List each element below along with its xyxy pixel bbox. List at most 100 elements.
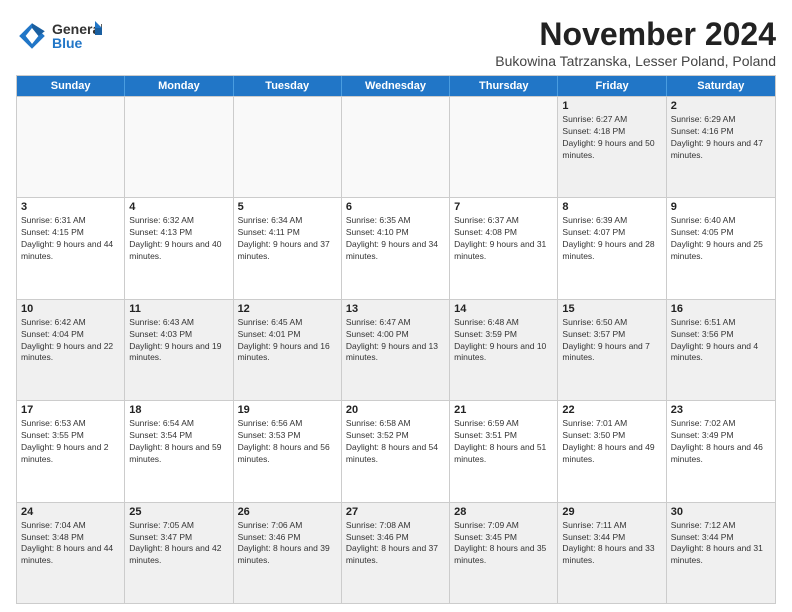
day-info: Sunrise: 6:39 AM Sunset: 4:07 PM Dayligh… xyxy=(562,215,661,263)
day-number: 10 xyxy=(21,303,120,315)
calendar-cell-r2-c5: 15 Sunrise: 6:50 AM Sunset: 3:57 PM Dayli… xyxy=(558,300,666,400)
day-info: Sunrise: 7:02 AM Sunset: 3:49 PM Dayligh… xyxy=(671,418,771,466)
header-saturday: Saturday xyxy=(667,76,775,96)
header-monday: Monday xyxy=(125,76,233,96)
calendar-cell-r1-c2: 5 Sunrise: 6:34 AM Sunset: 4:11 PM Daylig… xyxy=(234,198,342,298)
day-number: 21 xyxy=(454,404,553,416)
day-number: 22 xyxy=(562,404,661,416)
month-title: November 2024 xyxy=(495,16,776,53)
day-number: 24 xyxy=(21,506,120,518)
calendar-cell-r4-c6: 30 Sunrise: 7:12 AM Sunset: 3:44 PM Dayli… xyxy=(667,503,775,603)
day-number: 11 xyxy=(129,303,228,315)
calendar-cell-r0-c6: 2 Sunrise: 6:29 AM Sunset: 4:16 PM Daylig… xyxy=(667,97,775,197)
calendar-cell-r1-c0: 3Sunrise: 6:31 AM Sunset: 4:15 PM Daylig… xyxy=(17,198,125,298)
day-info: Sunrise: 7:11 AM Sunset: 3:44 PM Dayligh… xyxy=(562,520,661,568)
calendar-cell-r0-c5: 1 Sunrise: 6:27 AM Sunset: 4:18 PM Daylig… xyxy=(558,97,666,197)
calendar-row-0: 1 Sunrise: 6:27 AM Sunset: 4:18 PM Daylig… xyxy=(17,96,775,197)
calendar-header: Sunday Monday Tuesday Wednesday Thursday… xyxy=(17,76,775,96)
calendar-cell-r3-c5: 22 Sunrise: 7:01 AM Sunset: 3:50 PM Dayli… xyxy=(558,401,666,501)
header-sunday: Sunday xyxy=(17,76,125,96)
logo-svg: General Blue xyxy=(52,16,102,56)
day-info: Sunrise: 6:32 AM Sunset: 4:13 PM Dayligh… xyxy=(129,215,228,263)
calendar-cell-r0-c1 xyxy=(125,97,233,197)
day-info: Sunrise: 6:47 AM Sunset: 4:00 PM Dayligh… xyxy=(346,317,445,365)
day-info: Sunrise: 6:29 AM Sunset: 4:16 PM Dayligh… xyxy=(671,114,771,162)
day-info: Sunrise: 7:05 AM Sunset: 3:47 PM Dayligh… xyxy=(129,520,228,568)
calendar-cell-r4-c2: 26 Sunrise: 7:06 AM Sunset: 3:46 PM Dayli… xyxy=(234,503,342,603)
day-info: Sunrise: 6:27 AM Sunset: 4:18 PM Dayligh… xyxy=(562,114,661,162)
calendar-row-2: 10 Sunrise: 6:42 AM Sunset: 4:04 PM Dayli… xyxy=(17,299,775,400)
day-info: Sunrise: 6:53 AM Sunset: 3:55 PM Dayligh… xyxy=(21,418,120,466)
day-number: 12 xyxy=(238,303,337,315)
header-friday: Friday xyxy=(558,76,666,96)
day-number: 17 xyxy=(21,404,120,416)
calendar-cell-r3-c3: 20 Sunrise: 6:58 AM Sunset: 3:52 PM Dayli… xyxy=(342,401,450,501)
calendar-cell-r4-c0: 24 Sunrise: 7:04 AM Sunset: 3:48 PM Dayli… xyxy=(17,503,125,603)
header-wednesday: Wednesday xyxy=(342,76,450,96)
title-block: November 2024 Bukowina Tatrzanska, Lesse… xyxy=(495,16,776,69)
day-number: 19 xyxy=(238,404,337,416)
day-info: Sunrise: 6:58 AM Sunset: 3:52 PM Dayligh… xyxy=(346,418,445,466)
day-number: 20 xyxy=(346,404,445,416)
calendar-cell-r2-c2: 12 Sunrise: 6:45 AM Sunset: 4:01 PM Dayli… xyxy=(234,300,342,400)
day-number: 18 xyxy=(129,404,228,416)
day-info: Sunrise: 7:01 AM Sunset: 3:50 PM Dayligh… xyxy=(562,418,661,466)
day-info: Sunrise: 6:50 AM Sunset: 3:57 PM Dayligh… xyxy=(562,317,661,365)
calendar-cell-r1-c5: 8Sunrise: 6:39 AM Sunset: 4:07 PM Daylig… xyxy=(558,198,666,298)
calendar-cell-r4-c5: 29Sunrise: 7:11 AM Sunset: 3:44 PM Dayli… xyxy=(558,503,666,603)
day-number: 26 xyxy=(238,506,337,518)
header-thursday: Thursday xyxy=(450,76,558,96)
day-info: Sunrise: 6:51 AM Sunset: 3:56 PM Dayligh… xyxy=(671,317,771,365)
day-info: Sunrise: 6:42 AM Sunset: 4:04 PM Dayligh… xyxy=(21,317,120,365)
calendar-cell-r3-c1: 18 Sunrise: 6:54 AM Sunset: 3:54 PM Dayli… xyxy=(125,401,233,501)
day-number: 3 xyxy=(21,201,120,213)
calendar-cell-r0-c2 xyxy=(234,97,342,197)
day-number: 14 xyxy=(454,303,553,315)
day-info: Sunrise: 7:08 AM Sunset: 3:46 PM Dayligh… xyxy=(346,520,445,568)
day-number: 30 xyxy=(671,506,771,518)
day-info: Sunrise: 7:12 AM Sunset: 3:44 PM Dayligh… xyxy=(671,520,771,568)
day-number: 5 xyxy=(238,201,337,213)
calendar-cell-r3-c0: 17 Sunrise: 6:53 AM Sunset: 3:55 PM Dayli… xyxy=(17,401,125,501)
calendar-cell-r2-c6: 16 Sunrise: 6:51 AM Sunset: 3:56 PM Dayli… xyxy=(667,300,775,400)
day-number: 2 xyxy=(671,100,771,112)
day-number: 27 xyxy=(346,506,445,518)
day-info: Sunrise: 7:04 AM Sunset: 3:48 PM Dayligh… xyxy=(21,520,120,568)
calendar-cell-r1-c1: 4 Sunrise: 6:32 AM Sunset: 4:13 PM Daylig… xyxy=(125,198,233,298)
day-number: 7 xyxy=(454,201,553,213)
calendar-row-1: 3Sunrise: 6:31 AM Sunset: 4:15 PM Daylig… xyxy=(17,197,775,298)
calendar-cell-r1-c3: 6Sunrise: 6:35 AM Sunset: 4:10 PM Daylig… xyxy=(342,198,450,298)
svg-text:Blue: Blue xyxy=(52,35,83,51)
day-info: Sunrise: 6:40 AM Sunset: 4:05 PM Dayligh… xyxy=(671,215,771,263)
day-info: Sunrise: 6:34 AM Sunset: 4:11 PM Dayligh… xyxy=(238,215,337,263)
day-number: 13 xyxy=(346,303,445,315)
calendar-row-3: 17 Sunrise: 6:53 AM Sunset: 3:55 PM Dayli… xyxy=(17,400,775,501)
day-info: Sunrise: 6:54 AM Sunset: 3:54 PM Dayligh… xyxy=(129,418,228,466)
calendar-cell-r2-c1: 11 Sunrise: 6:43 AM Sunset: 4:03 PM Dayli… xyxy=(125,300,233,400)
calendar-cell-r2-c3: 13 Sunrise: 6:47 AM Sunset: 4:00 PM Dayli… xyxy=(342,300,450,400)
day-number: 28 xyxy=(454,506,553,518)
calendar-cell-r3-c2: 19 Sunrise: 6:56 AM Sunset: 3:53 PM Dayli… xyxy=(234,401,342,501)
header: General Blue November 2024 Bukowina Tatr… xyxy=(16,16,776,69)
day-info: Sunrise: 7:09 AM Sunset: 3:45 PM Dayligh… xyxy=(454,520,553,568)
calendar-body: 1 Sunrise: 6:27 AM Sunset: 4:18 PM Daylig… xyxy=(17,96,775,603)
day-number: 25 xyxy=(129,506,228,518)
calendar-cell-r0-c3 xyxy=(342,97,450,197)
calendar: Sunday Monday Tuesday Wednesday Thursday… xyxy=(16,75,776,604)
day-number: 4 xyxy=(129,201,228,213)
day-number: 16 xyxy=(671,303,771,315)
calendar-cell-r1-c6: 9 Sunrise: 6:40 AM Sunset: 4:05 PM Daylig… xyxy=(667,198,775,298)
day-number: 1 xyxy=(562,100,661,112)
calendar-cell-r3-c4: 21Sunrise: 6:59 AM Sunset: 3:51 PM Dayli… xyxy=(450,401,558,501)
day-info: Sunrise: 6:56 AM Sunset: 3:53 PM Dayligh… xyxy=(238,418,337,466)
day-info: Sunrise: 6:45 AM Sunset: 4:01 PM Dayligh… xyxy=(238,317,337,365)
day-info: Sunrise: 7:06 AM Sunset: 3:46 PM Dayligh… xyxy=(238,520,337,568)
calendar-cell-r2-c4: 14Sunrise: 6:48 AM Sunset: 3:59 PM Dayli… xyxy=(450,300,558,400)
day-info: Sunrise: 6:35 AM Sunset: 4:10 PM Dayligh… xyxy=(346,215,445,263)
calendar-row-4: 24 Sunrise: 7:04 AM Sunset: 3:48 PM Dayli… xyxy=(17,502,775,603)
day-number: 9 xyxy=(671,201,771,213)
day-number: 15 xyxy=(562,303,661,315)
day-info: Sunrise: 6:37 AM Sunset: 4:08 PM Dayligh… xyxy=(454,215,553,263)
day-info: Sunrise: 6:43 AM Sunset: 4:03 PM Dayligh… xyxy=(129,317,228,365)
logo-icon xyxy=(16,20,48,52)
